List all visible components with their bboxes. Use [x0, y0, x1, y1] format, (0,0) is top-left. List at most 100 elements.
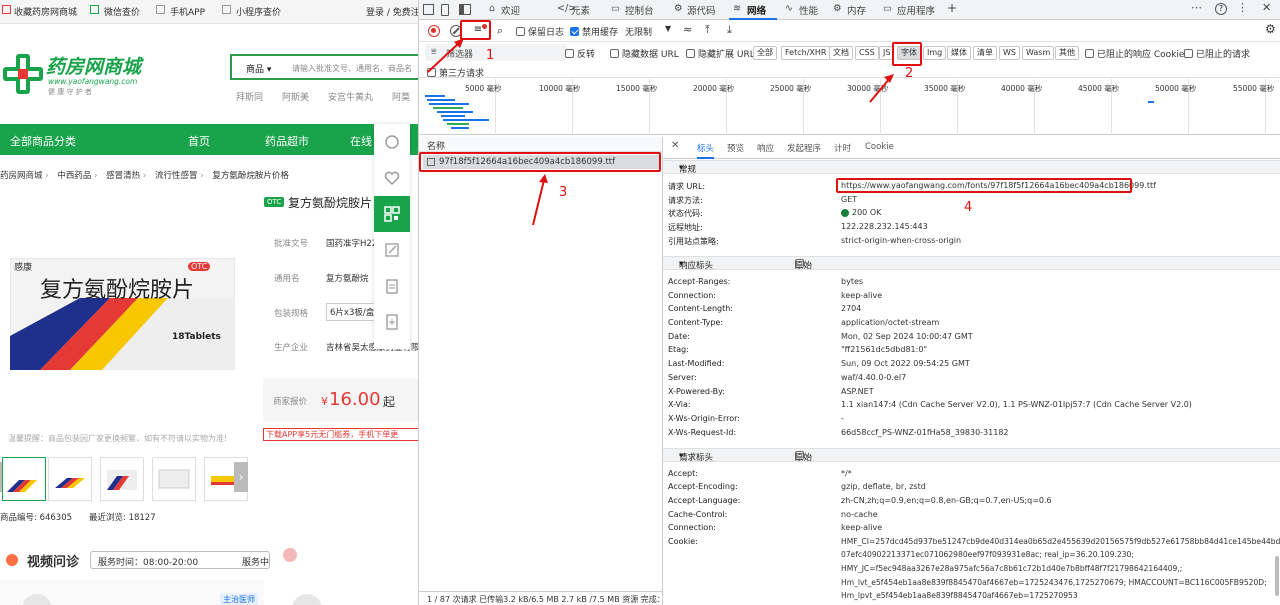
- add-tab-icon[interactable]: +: [947, 1, 957, 15]
- service-status: 服务中: [242, 558, 270, 568]
- header-value: ASP.NET: [841, 387, 874, 396]
- nav-online[interactable]: 在线: [350, 133, 372, 149]
- nav-home[interactable]: 首页: [188, 133, 210, 149]
- header-key: X-Powered-By:: [668, 387, 725, 396]
- otc-badge: OTC: [264, 197, 285, 207]
- price-suffix: 起: [383, 395, 396, 409]
- wechat-icon: [90, 5, 102, 16]
- app-link[interactable]: 手机APP: [170, 5, 205, 18]
- tab-network[interactable]: 网络: [747, 3, 766, 17]
- logo-title: 药房网商城: [46, 56, 142, 78]
- hot-word[interactable]: 阿斯美: [282, 90, 309, 103]
- favorite-link[interactable]: 收藏药房网商城: [14, 5, 77, 18]
- box-tablets: 18Tablets: [172, 332, 221, 342]
- edit-icon[interactable]: [374, 232, 410, 268]
- field-label: 包装规格: [274, 309, 309, 319]
- header-value: waf/4.40.0-0.el7: [841, 373, 907, 382]
- tab-memory[interactable]: 内存: [847, 3, 866, 17]
- dock-icon[interactable]: [459, 4, 471, 15]
- timeline-mark: [1148, 101, 1154, 103]
- header-value: 2704: [841, 304, 862, 313]
- price-box: 商家报价 ¥ 16.00 起: [263, 378, 418, 422]
- breadcrumb-item[interactable]: 感冒清热: [106, 171, 140, 181]
- more-icon[interactable]: ⋯: [1191, 1, 1202, 14]
- search-bar[interactable]: 商品 ▾ 请输入批准文号、通用名、商品名: [230, 54, 418, 80]
- help-icon[interactable]: ?: [1215, 3, 1227, 15]
- device-icon[interactable]: [441, 4, 449, 16]
- price-value: 16.00: [329, 389, 381, 410]
- customer-service-icon[interactable]: [374, 124, 410, 160]
- price-symbol: ¥: [321, 395, 328, 408]
- blocked-requests-checkbox[interactable]: 已阻止的请求: [1184, 47, 1250, 60]
- blocked-cookies-checkbox[interactable]: 已阻止的响应 Cookie: [1085, 47, 1184, 60]
- tab-sources[interactable]: 源代码: [687, 3, 716, 17]
- thumbnail[interactable]: [2, 457, 46, 501]
- phone-icon: [156, 5, 168, 16]
- inspect-icon[interactable]: [423, 4, 434, 15]
- cookie-value-line: Hm_lvt_e5f454eb1aa8e839f8845470af4667eb=…: [841, 578, 1267, 587]
- search-input[interactable]: 请输入批准文号、通用名、商品名: [292, 63, 412, 74]
- filter-type-wasm[interactable]: Wasm: [1022, 46, 1055, 60]
- close-icon[interactable]: ✕: [1262, 1, 1271, 14]
- tab-elements[interactable]: 元素: [571, 3, 590, 17]
- spec-select[interactable]: 6片x3板/盒: [326, 303, 379, 321]
- header-key: Content-Type:: [668, 318, 724, 327]
- timeline-tick: 55000 毫秒: [1233, 84, 1275, 93]
- thumbnail[interactable]: [100, 457, 144, 501]
- app-promo-banner[interactable]: 下载APP享5元无门槛券，手机下单更: [263, 428, 418, 441]
- tab-application[interactable]: 应用程序: [897, 3, 935, 17]
- doctor-avatar: [292, 594, 322, 605]
- tab-performance[interactable]: 性能: [799, 3, 818, 17]
- settings-icon[interactable]: ⚙: [1265, 22, 1276, 36]
- annotation-label: 4: [964, 200, 973, 215]
- header-key: Accept-Language:: [668, 496, 741, 505]
- field-label: 批准文号: [274, 239, 309, 249]
- header-value: Mon, 02 Sep 2024 10:00:47 GMT: [841, 332, 973, 341]
- add-document-icon[interactable]: [374, 304, 410, 340]
- tab-console[interactable]: 控制台: [625, 3, 654, 17]
- network-icon: ≋: [733, 3, 741, 14]
- hot-word[interactable]: 拜斯同: [236, 90, 263, 103]
- hot-word[interactable]: 安宫牛黄丸: [328, 90, 373, 103]
- wechat-price-link[interactable]: 微信查价: [104, 5, 140, 18]
- thumbnail[interactable]: [152, 457, 196, 501]
- breadcrumb-item[interactable]: 中西药品: [57, 171, 91, 181]
- miniprogram-link[interactable]: 小程序查价: [236, 5, 281, 18]
- details-scrollbar[interactable]: [1275, 556, 1279, 596]
- filter-type-other[interactable]: 其他: [1055, 46, 1079, 60]
- header-value: no-cache: [841, 510, 878, 519]
- cookie-value-line: 07efc40902213371ec071062980eef97f093931e…: [841, 550, 1134, 559]
- clipboard-icon[interactable]: [374, 268, 410, 304]
- nav-drugstore[interactable]: 药品超市: [265, 133, 309, 149]
- header-key: X-Ws-Request-Id:: [668, 428, 737, 437]
- breadcrumb-item[interactable]: 药房网商城: [0, 171, 43, 181]
- qrcode-icon[interactable]: [374, 196, 410, 232]
- tab-welcome[interactable]: 欢迎: [501, 3, 520, 17]
- breadcrumb-item[interactable]: 流行性感冒: [155, 171, 198, 181]
- annotation-label: 2: [905, 66, 914, 81]
- floating-sidebar: [374, 124, 410, 349]
- all-categories-menu[interactable]: 全部商品分类: [10, 133, 76, 149]
- request-headers-section[interactable]: ▾ 请求标头 原始: [663, 448, 1280, 463]
- thumbnail[interactable]: [48, 457, 92, 501]
- header-value: "ff21561dc5dbd81:0": [841, 345, 928, 354]
- performance-icon: ∿: [785, 3, 793, 14]
- header-value: 66d58ccf_PS-WNZ-01fHa58_39830-31182: [841, 428, 1009, 437]
- thumb-next-button[interactable]: ›: [234, 462, 248, 492]
- heart-icon[interactable]: [374, 160, 410, 196]
- field-label: 通用名: [274, 274, 300, 284]
- header-key: Content-Length:: [668, 304, 733, 313]
- logo-url: www.yaofangwang.com: [48, 77, 138, 86]
- box-brand: 感康: [14, 263, 33, 273]
- header-key: Accept:: [668, 469, 698, 478]
- response-headers-section[interactable]: ▾ 响应标头 原始: [663, 256, 1280, 271]
- product-image[interactable]: 感康 复方氨酚烷胺片 OTC 18Tablets: [10, 258, 235, 370]
- login-link[interactable]: 登录 / 免费注: [366, 5, 418, 18]
- site-logo[interactable]: 药房网商城 www.yaofangwang.com 健 康 守 护 者: [2, 50, 152, 100]
- search-category-select[interactable]: 商品 ▾: [246, 62, 271, 75]
- more-options-icon[interactable]: ⋮: [1237, 1, 1248, 14]
- hot-word[interactable]: 阿莫: [392, 90, 410, 103]
- cookie-value: HMF_CI=257dcd45d937be51247cb9de40d314ea0…: [841, 537, 1280, 546]
- header-value: keep-alive: [841, 523, 883, 532]
- website-pane: 收藏药房网商城 微信查价 手机APP 小程序查价 登录 / 免费注 药房网商城 …: [0, 0, 418, 605]
